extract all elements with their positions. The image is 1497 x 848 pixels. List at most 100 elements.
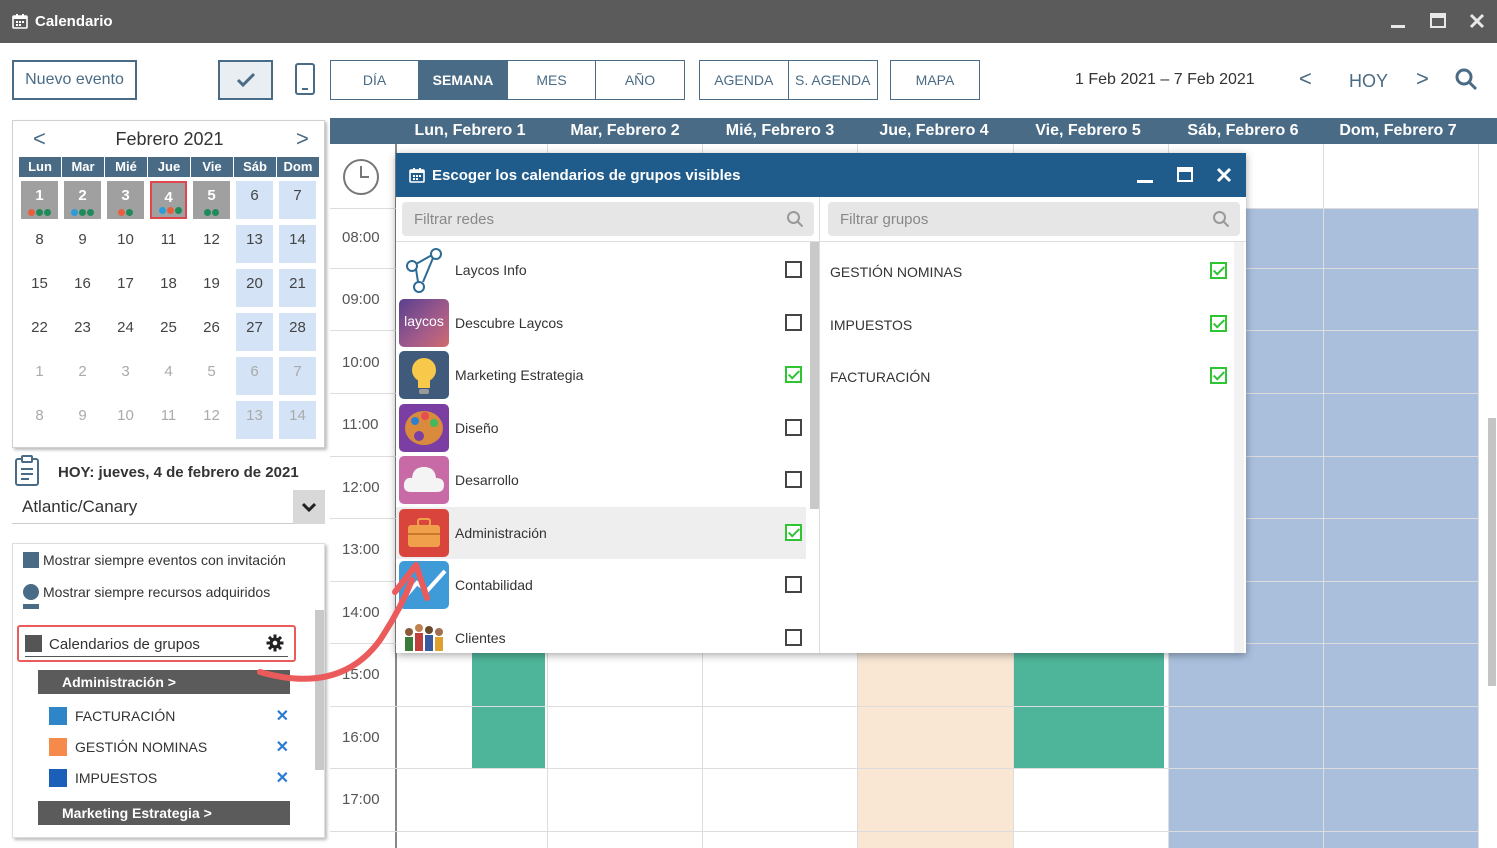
mini-day-cell[interactable]: 2 xyxy=(62,355,105,399)
mini-day-cell[interactable]: 5 xyxy=(191,179,234,223)
network-row-descubre-laycos[interactable]: laycos Descubre Laycos xyxy=(396,297,806,349)
view-day-tab[interactable]: DÍA xyxy=(331,61,419,99)
mini-day-cell[interactable]: 7 xyxy=(277,355,320,399)
day-header[interactable]: Mié, Febrero 3 xyxy=(710,122,850,140)
mini-day-cell[interactable]: 6 xyxy=(234,179,277,223)
new-event-button[interactable]: Nuevo evento xyxy=(12,60,137,100)
agenda-tab[interactable]: AGENDA xyxy=(700,61,789,99)
timezone-select[interactable]: Atlantic/Canary xyxy=(12,490,325,524)
mini-day-cell[interactable]: 8 xyxy=(19,223,62,267)
day-header[interactable]: Jue, Febrero 4 xyxy=(864,122,1004,140)
mini-day-cell[interactable]: 3 xyxy=(105,355,148,399)
remove-icon[interactable]: ✕ xyxy=(276,768,289,788)
gear-icon[interactable] xyxy=(266,634,284,652)
filter-groups-input[interactable] xyxy=(828,202,1240,236)
group-calendars-row[interactable]: Calendarios de grupos xyxy=(17,625,296,662)
mini-day-cell[interactable]: 5 xyxy=(191,355,234,399)
mini-day-cell[interactable]: 20 xyxy=(234,267,277,311)
group-checkbox[interactable] xyxy=(1210,367,1227,384)
dialog-minimize-button[interactable] xyxy=(1132,162,1158,188)
group-row[interactable]: IMPUESTOS xyxy=(830,308,1240,338)
network-list-scrollbar[interactable] xyxy=(810,242,819,509)
network-checkbox[interactable] xyxy=(785,366,802,383)
network-checkbox[interactable] xyxy=(785,419,802,436)
mobile-icon[interactable] xyxy=(295,63,315,95)
network-row-contabilidad[interactable]: Contabilidad xyxy=(396,559,806,611)
dialog-close-button[interactable] xyxy=(1211,162,1237,188)
mini-day-cell[interactable]: 28 xyxy=(277,311,320,355)
mini-day-cell[interactable]: 4 xyxy=(148,355,191,399)
mini-day-cell[interactable]: 1 xyxy=(19,355,62,399)
show-invites-option[interactable]: Mostrar siempre eventos con invitación xyxy=(23,552,286,568)
map-tab[interactable]: MAPA xyxy=(891,61,979,99)
group-marketing-header[interactable]: Marketing Estrategia > xyxy=(38,801,290,825)
event-block[interactable] xyxy=(472,652,545,768)
network-checkbox[interactable] xyxy=(785,576,802,593)
mini-day-cell[interactable]: 9 xyxy=(62,223,105,267)
mini-day-cell[interactable]: 10 xyxy=(105,399,148,443)
view-week-tab[interactable]: SEMANA xyxy=(419,61,508,99)
network-checkbox[interactable] xyxy=(785,261,802,278)
mini-day-cell[interactable]: 1 xyxy=(19,179,62,223)
mini-day-cell[interactable]: 22 xyxy=(19,311,62,355)
mini-day-cell[interactable]: 21 xyxy=(277,267,320,311)
chevron-down-icon[interactable] xyxy=(293,490,325,524)
mini-day-cell[interactable]: 2 xyxy=(62,179,105,223)
check-button[interactable] xyxy=(218,60,273,100)
mini-day-cell[interactable]: 23 xyxy=(62,311,105,355)
network-row-laycos-info[interactable]: Laycos Info xyxy=(396,244,806,296)
mini-day-cell[interactable]: 15 xyxy=(19,267,62,311)
mini-day-cell[interactable]: 27 xyxy=(234,311,277,355)
day-header[interactable]: Vie, Febrero 5 xyxy=(1018,122,1158,140)
remove-icon[interactable]: ✕ xyxy=(276,706,289,726)
mini-day-cell[interactable]: 25 xyxy=(148,311,191,355)
mini-day-cell[interactable]: 6 xyxy=(234,355,277,399)
network-row-desarrollo[interactable]: Desarrollo xyxy=(396,454,806,506)
next-week-button[interactable]: > xyxy=(1416,66,1429,92)
close-button[interactable] xyxy=(1464,8,1490,34)
mini-day-cell[interactable]: 17 xyxy=(105,267,148,311)
dialog-maximize-button[interactable] xyxy=(1172,162,1198,188)
mini-day-cell[interactable]: 13 xyxy=(234,399,277,443)
s-agenda-tab[interactable]: S. AGENDA xyxy=(789,61,878,99)
day-header[interactable]: Dom, Febrero 7 xyxy=(1328,122,1468,140)
mini-day-cell[interactable]: 14 xyxy=(277,223,320,267)
prev-week-button[interactable]: < xyxy=(1299,66,1312,92)
mini-day-cell[interactable]: 16 xyxy=(62,267,105,311)
event-block[interactable] xyxy=(858,652,1013,848)
network-checkbox[interactable] xyxy=(785,524,802,541)
week-scrollbar[interactable] xyxy=(1488,418,1496,686)
mini-day-cell[interactable]: 18 xyxy=(148,267,191,311)
group-checkbox[interactable] xyxy=(1210,262,1227,279)
mini-day-cell[interactable]: 24 xyxy=(105,311,148,355)
mini-day-cell[interactable]: 4 xyxy=(148,179,191,223)
mini-day-cell[interactable]: 7 xyxy=(277,179,320,223)
today-button[interactable]: HOY xyxy=(1349,71,1388,92)
network-row-clientes[interactable]: Clientes xyxy=(396,612,806,653)
mini-day-cell[interactable]: 13 xyxy=(234,223,277,267)
mini-day-cell[interactable]: 11 xyxy=(148,399,191,443)
options-scrollbar[interactable] xyxy=(315,610,324,770)
network-row-marketing-estrategia[interactable]: Marketing Estrategia xyxy=(396,349,806,401)
day-header[interactable]: Mar, Febrero 2 xyxy=(555,122,695,140)
mini-day-cell[interactable]: 26 xyxy=(191,311,234,355)
network-checkbox[interactable] xyxy=(785,471,802,488)
day-header[interactable]: Lun, Febrero 1 xyxy=(400,122,540,140)
group-checkbox[interactable] xyxy=(1210,315,1227,332)
mini-day-cell[interactable]: 10 xyxy=(105,223,148,267)
group-row[interactable]: GESTIÓN NOMINAS xyxy=(830,255,1240,285)
show-resources-option[interactable]: Mostrar siempre recursos adquiridos xyxy=(23,584,270,600)
event-block[interactable] xyxy=(1014,652,1164,768)
mini-day-cell[interactable]: 9 xyxy=(62,399,105,443)
mini-day-cell[interactable]: 12 xyxy=(191,223,234,267)
group-list-scroll-track[interactable] xyxy=(1234,242,1244,653)
mini-day-cell[interactable]: 3 xyxy=(105,179,148,223)
clipboard-icon[interactable] xyxy=(14,455,40,487)
network-row-diseno[interactable]: Diseño xyxy=(396,402,806,454)
filter-networks-input[interactable] xyxy=(402,202,814,236)
group-administracion-header[interactable]: Administración > xyxy=(38,670,290,694)
network-checkbox[interactable] xyxy=(785,314,802,331)
mini-day-cell[interactable]: 11 xyxy=(148,223,191,267)
mini-day-cell[interactable]: 8 xyxy=(19,399,62,443)
day-header[interactable]: Sáb, Febrero 6 xyxy=(1173,122,1313,140)
